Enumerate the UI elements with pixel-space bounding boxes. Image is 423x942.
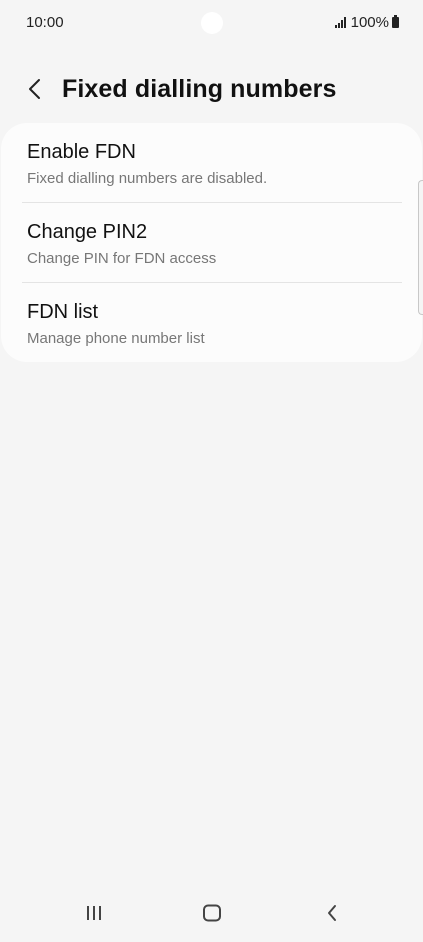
scroll-indicator[interactable] [418, 180, 423, 315]
item-subtitle: Fixed dialling numbers are disabled. [27, 170, 268, 187]
recents-icon [87, 906, 101, 920]
item-title: Enable FDN [27, 141, 136, 163]
app-header: Fixed dialling numbers [0, 66, 423, 112]
item-subtitle: Manage phone number list [27, 330, 205, 347]
page-title: Fixed dialling numbers [62, 75, 337, 103]
navigation-bar [0, 886, 423, 942]
status-indicators: 100% [334, 14, 399, 31]
chevron-left-icon [29, 79, 40, 99]
settings-card: Enable FDN Fixed dialling numbers are di… [1, 123, 422, 362]
home-icon [203, 904, 221, 922]
status-bar: 10:00 100% [0, 0, 423, 44]
signal-icon [334, 17, 346, 28]
status-time: 10:00 [26, 14, 64, 31]
nav-back-icon [328, 905, 336, 921]
screen: 10:00 100% Fixed dialling numbers Enable… [0, 0, 423, 942]
recents-button[interactable] [74, 896, 114, 930]
battery-icon [392, 15, 399, 28]
nav-back-button[interactable] [312, 896, 352, 930]
change-pin2-item[interactable]: Change PIN2 Change PIN for FDN access [1, 203, 422, 282]
item-title: Change PIN2 [27, 221, 148, 243]
fdn-list-item[interactable]: FDN list Manage phone number list [1, 283, 422, 362]
item-subtitle: Change PIN for FDN access [27, 250, 217, 267]
home-button[interactable] [192, 896, 232, 930]
camera-cutout [201, 12, 223, 34]
enable-fdn-item[interactable]: Enable FDN Fixed dialling numbers are di… [1, 123, 422, 202]
back-button[interactable] [18, 72, 52, 106]
battery-percentage: 100% [350, 14, 389, 31]
item-title: FDN list [27, 301, 99, 323]
